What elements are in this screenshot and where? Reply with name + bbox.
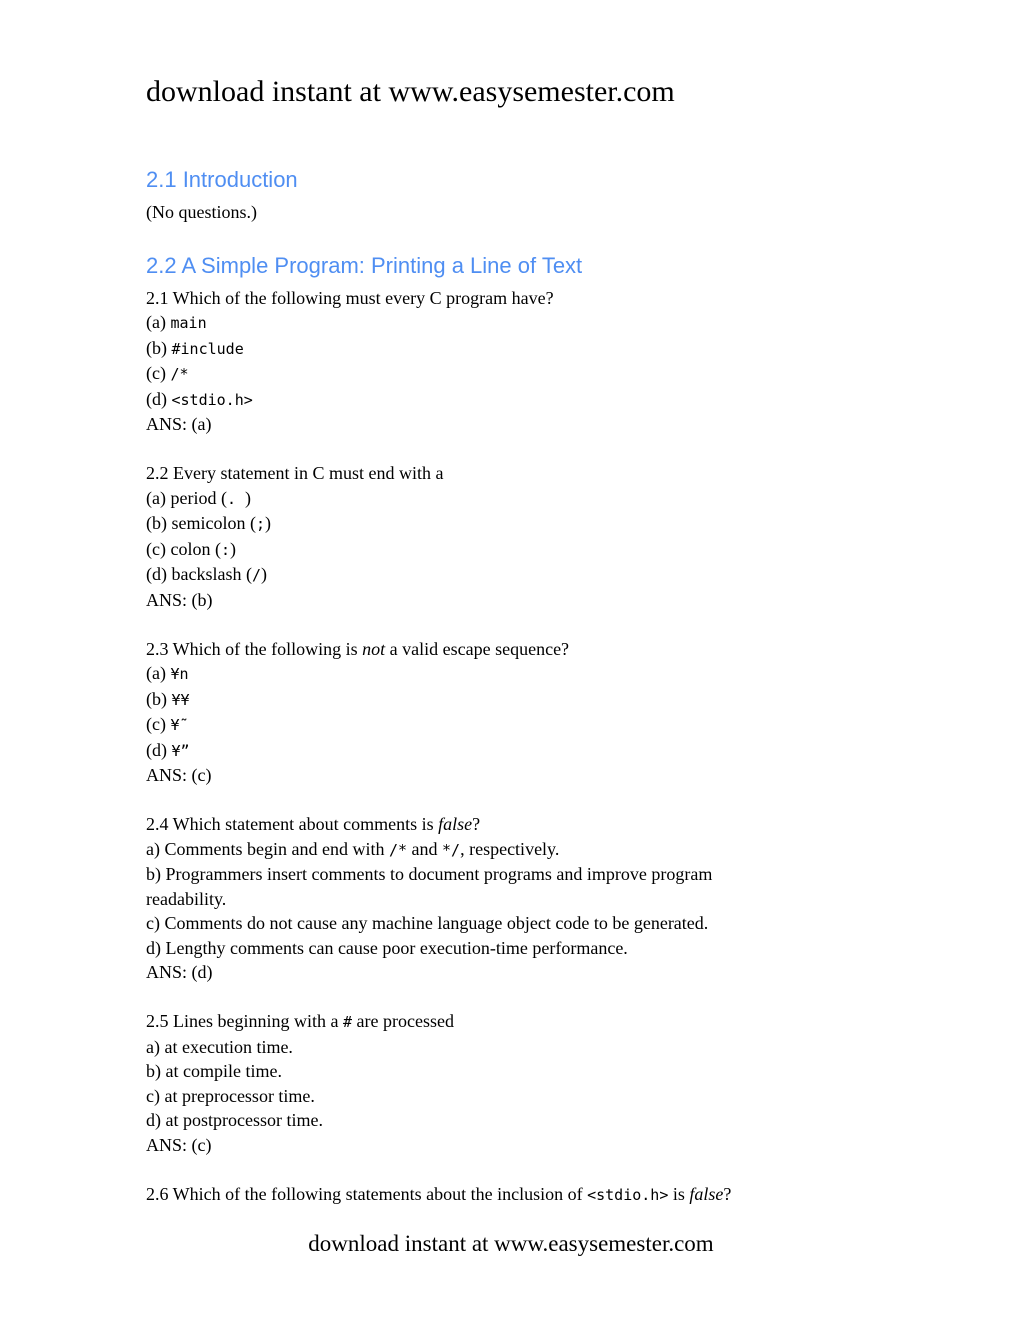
option-b: (b) semicolon (;) bbox=[146, 513, 271, 533]
code: /* bbox=[170, 365, 189, 383]
option-c: c) at preprocessor time. bbox=[146, 1085, 315, 1106]
answer: ANS: (c) bbox=[146, 765, 212, 785]
option-a: (a) period (. ) bbox=[146, 487, 252, 508]
option-d: (d) <stdio.h> bbox=[146, 388, 253, 409]
code: main bbox=[170, 314, 207, 332]
answer: ANS: (c) bbox=[146, 1134, 212, 1155]
question-prompt: 2.5 Lines beginning with a # are process… bbox=[146, 1011, 454, 1031]
code: ¥¥ bbox=[171, 690, 190, 709]
option-b: (b) ¥¥ bbox=[146, 688, 190, 709]
option-c: c) Comments do not cause any machine lan… bbox=[146, 913, 709, 933]
option-b: b) Programmers insert comments to docume… bbox=[146, 864, 713, 909]
code: ¥n bbox=[170, 665, 189, 683]
code: ¥” bbox=[171, 741, 190, 760]
answer: ANS: (d) bbox=[146, 962, 213, 982]
answer: ANS: (a) bbox=[146, 414, 212, 434]
document-body: 2.1 Introduction (No questions.) 2.2 A S… bbox=[146, 166, 846, 1207]
option-d: d) Lengthy comments can cause poor execu… bbox=[146, 937, 628, 958]
code: <stdio.h> bbox=[171, 390, 253, 409]
emphasis: false bbox=[438, 814, 473, 834]
code: ; bbox=[255, 515, 265, 533]
question-prompt: 2.2 Every statement in C must end with a bbox=[146, 463, 444, 483]
code: /* bbox=[388, 840, 408, 859]
question-prompt: 2.4 Which statement about comments is fa… bbox=[146, 814, 481, 834]
code: ¥˜ bbox=[170, 716, 189, 734]
emphasis: false bbox=[689, 1183, 724, 1204]
option-a: (a) main bbox=[146, 312, 207, 332]
question-2-1: 2.1 Which of the following must every C … bbox=[146, 286, 846, 437]
option-d: (d) ¥” bbox=[146, 739, 190, 760]
code: <stdio.h> bbox=[587, 1185, 669, 1204]
option-d: (d) backslash (/) bbox=[146, 564, 267, 584]
header-banner: download instant at www.easysemester.com bbox=[146, 75, 675, 108]
option-d: d) at postprocessor time. bbox=[146, 1110, 323, 1130]
option-a: (a) ¥n bbox=[146, 663, 189, 683]
option-b: b) at compile time. bbox=[146, 1061, 282, 1081]
section-note: (No questions.) bbox=[146, 202, 257, 222]
option-a: a) Comments begin and end with /* and */… bbox=[146, 838, 560, 859]
code: # bbox=[342, 1013, 353, 1031]
option-c: (c) ¥˜ bbox=[146, 714, 189, 734]
question-2-2: 2.2 Every statement in C must end with a… bbox=[146, 461, 846, 612]
question-prompt: 2.6 Which of the following statements ab… bbox=[146, 1183, 732, 1204]
option-b: (b) #include bbox=[146, 337, 244, 358]
code: . bbox=[226, 489, 246, 508]
question-2-6: 2.6 Which of the following statements ab… bbox=[146, 1182, 846, 1208]
option-c: (c) colon (:) bbox=[146, 538, 236, 559]
code: */ bbox=[442, 840, 461, 859]
section-heading-simple-program: 2.2 A Simple Program: Printing a Line of… bbox=[146, 252, 583, 278]
answer: ANS: (b) bbox=[146, 589, 213, 610]
option-c: (c) /* bbox=[146, 363, 189, 383]
question-prompt: 2.1 Which of the following must every C … bbox=[146, 287, 554, 308]
code: / bbox=[251, 566, 261, 584]
code: : bbox=[220, 540, 230, 559]
question-prompt: 2.3 Which of the following is not a vali… bbox=[146, 638, 570, 659]
code: #include bbox=[171, 339, 244, 358]
question-2-3: 2.3 Which of the following is not a vali… bbox=[146, 637, 846, 788]
emphasis: not bbox=[362, 638, 386, 659]
section-heading-introduction: 2.1 Introduction bbox=[146, 167, 298, 192]
question-2-5: 2.5 Lines beginning with a # are process… bbox=[146, 1009, 846, 1157]
footer-banner: download instant at www.easysemester.com bbox=[308, 1231, 714, 1256]
question-2-4: 2.4 Which statement about comments is fa… bbox=[146, 812, 846, 985]
option-a: a) at execution time. bbox=[146, 1036, 293, 1057]
